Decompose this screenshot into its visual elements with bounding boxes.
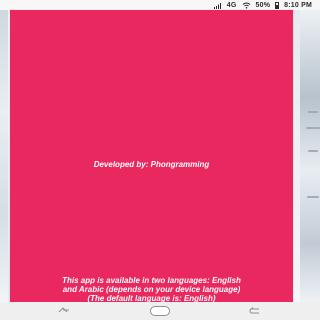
battery-icon <box>275 1 280 9</box>
developer-credit: Developed by: Phongramming <box>93 160 210 169</box>
status-time: 8:10 PM <box>284 1 312 9</box>
recents-button[interactable] <box>51 304 79 318</box>
language-notice-line-2: and Arabic (depends on your device langu… <box>62 285 241 294</box>
signal-text: 4G <box>226 1 237 9</box>
back-button[interactable] <box>241 304 269 318</box>
signal-icon <box>213 2 222 9</box>
home-icon <box>149 306 170 316</box>
status-icons: 4G 50% 8:10 PM <box>213 1 312 9</box>
recents-icon <box>57 302 73 320</box>
screen: 4G 50% 8:10 PM Developed by: Phongrammin… <box>0 0 320 320</box>
home-button[interactable] <box>146 304 174 318</box>
wifi-icon <box>242 2 251 9</box>
background-left <box>0 10 8 302</box>
battery-percent: 50% <box>255 1 271 9</box>
language-notice: This app is available in two languages: … <box>14 276 289 303</box>
background-window-edge <box>306 127 320 129</box>
background-window-edge <box>308 150 318 152</box>
language-notice-line-1: This app is available in two languages: … <box>62 276 241 285</box>
status-bar: 4G 50% 8:10 PM <box>0 0 320 10</box>
background-window-edge <box>307 196 319 198</box>
app-panel: Developed by: Phongramming This app is a… <box>10 10 293 303</box>
background-right <box>300 10 320 302</box>
navigation-bar <box>0 302 320 320</box>
back-icon <box>247 302 263 320</box>
background-window-edge <box>308 111 318 113</box>
